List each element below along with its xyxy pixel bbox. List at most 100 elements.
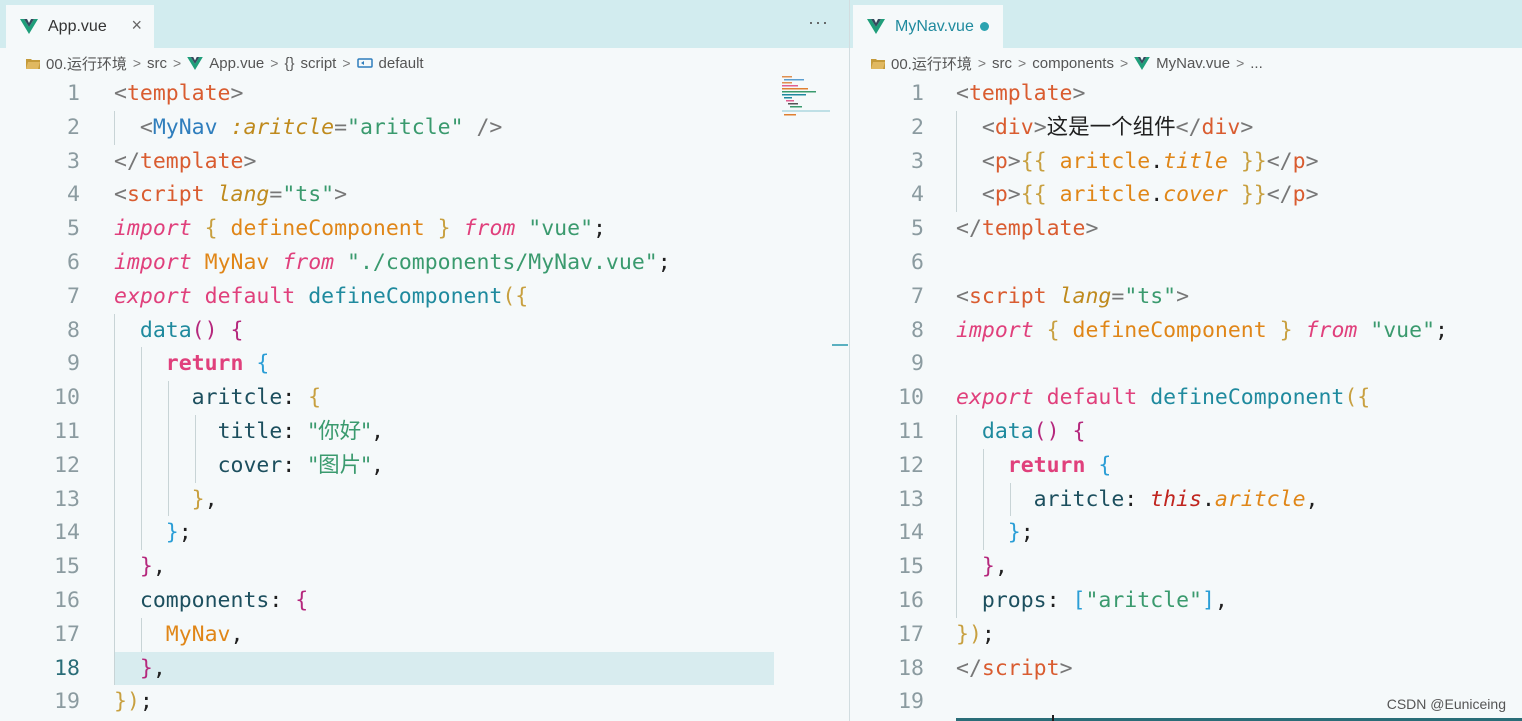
tab-bar: App.vue × ··· xyxy=(0,0,849,48)
code-token: > xyxy=(243,148,257,174)
code-token: export xyxy=(114,283,192,309)
code-line[interactable]: 1 <template> xyxy=(0,77,849,111)
code-line[interactable]: 4 <script lang="ts"> xyxy=(0,178,849,212)
code-line[interactable]: 4 <p>{{ aritcle.cover }}</p> xyxy=(850,178,1522,212)
code-line[interactable]: 14 }; xyxy=(850,516,1522,550)
line-number: 4 xyxy=(67,182,80,208)
code-line[interactable]: 7 <script lang="ts"> xyxy=(850,280,1522,314)
code-token: 这是一个组件 xyxy=(1046,114,1176,140)
more-actions-icon[interactable]: ··· xyxy=(808,12,829,33)
code-line[interactable]: 14 }; xyxy=(0,516,849,550)
indent-guide xyxy=(141,347,142,551)
code-text: }, xyxy=(114,550,166,584)
code-token: { xyxy=(1046,317,1060,343)
code-line[interactable]: 7 export default defineComponent({ xyxy=(0,280,849,314)
code-line[interactable]: 9 xyxy=(850,347,1522,381)
code-token: lang xyxy=(217,182,270,208)
code-token: > xyxy=(1007,148,1021,174)
code-line[interactable]: 5 </template> xyxy=(850,212,1522,246)
tab-label: MyNav.vue xyxy=(895,17,974,35)
code-line[interactable]: 6 import MyNav from "./components/MyNav.v… xyxy=(0,246,849,280)
code-token: "ts" xyxy=(1124,283,1177,309)
code-text: MyNav, xyxy=(114,618,244,652)
breadcrumb-item[interactable]: App.vue xyxy=(209,55,264,72)
code-line[interactable]: 2 <MyNav :aritcle="aritcle" /> xyxy=(0,111,849,145)
code-token: {{ xyxy=(1020,148,1047,174)
breadcrumb-item[interactable]: ... xyxy=(1250,55,1263,72)
code-token: > xyxy=(1059,655,1073,681)
code-line[interactable]: 10 export default defineComponent({ xyxy=(850,381,1522,415)
code-line[interactable]: 18 }, xyxy=(0,652,849,686)
code-token: . xyxy=(1201,486,1215,512)
tab-mynav-vue[interactable]: MyNav.vue xyxy=(853,5,1003,48)
code-line[interactable]: 17}); xyxy=(850,618,1522,652)
code-line[interactable]: 1 <template> xyxy=(850,77,1522,111)
code-token: MyNav xyxy=(152,114,218,140)
code-line[interactable]: 3 </template> xyxy=(0,145,849,179)
code-token: < xyxy=(114,182,127,208)
code-line[interactable]: 11 data() { xyxy=(850,415,1522,449)
code-token: > xyxy=(1176,283,1190,309)
vue-file-icon xyxy=(867,19,885,34)
code-token: ; xyxy=(981,621,995,647)
code-line[interactable]: 2 <div>这是一个组件</div> xyxy=(850,111,1522,145)
close-icon[interactable]: × xyxy=(131,15,142,36)
code-line[interactable]: 19}); xyxy=(0,685,849,719)
code-line[interactable]: 9 return { xyxy=(0,347,849,381)
line-number: 11 xyxy=(54,418,80,444)
code-line[interactable]: 8 import { defineComponent } from "vue"; xyxy=(850,314,1522,348)
breadcrumb-item[interactable]: MyNav.vue xyxy=(1156,55,1230,72)
code-line[interactable]: 6 xyxy=(850,246,1522,280)
code-line[interactable]: 12 return { xyxy=(850,449,1522,483)
code-token: template xyxy=(126,81,231,106)
code-line[interactable]: 8 data() { xyxy=(0,314,849,348)
vue-file-icon xyxy=(187,56,204,70)
code-line[interactable]: 15 }, xyxy=(0,550,849,584)
code-token: </ xyxy=(114,148,140,174)
scrollbar-marker[interactable] xyxy=(832,344,848,346)
code-token: </ xyxy=(1266,182,1293,208)
breadcrumb-item[interactable]: 00.运行环境 xyxy=(891,53,972,74)
code-line[interactable]: 12 cover: "图片", xyxy=(0,449,849,483)
breadcrumb-item[interactable]: default xyxy=(379,55,424,72)
code-token: template xyxy=(968,81,1073,106)
code-line[interactable]: 5 import { defineComponent } from "vue"; xyxy=(0,212,849,246)
code-token: > xyxy=(1305,182,1319,208)
code-line[interactable]: 11 title: "你好", xyxy=(0,415,849,449)
unsaved-dot-icon[interactable] xyxy=(980,22,989,31)
code-token: , xyxy=(370,452,384,478)
code-line[interactable]: 17 MyNav, xyxy=(0,618,849,652)
code-line[interactable]: 16 props: ["aritcle"], xyxy=(850,584,1522,618)
code-line[interactable]: 18 </script> xyxy=(850,652,1522,686)
code-line[interactable]: 3 <p>{{ aritcle.title }}</p> xyxy=(850,145,1522,179)
code-text: <template> xyxy=(956,77,1085,111)
code-line[interactable]: 10 aritcle: { xyxy=(0,381,849,415)
code-line[interactable]: 13 }, xyxy=(0,483,849,517)
breadcrumb-item[interactable]: 00.运行环境 xyxy=(46,53,127,74)
breadcrumb-item[interactable]: script xyxy=(301,55,337,72)
line-number: 18 xyxy=(54,655,80,681)
minimap[interactable] xyxy=(782,75,830,119)
code-token: from xyxy=(282,249,335,275)
code-line[interactable]: 15 }, xyxy=(850,550,1522,584)
line-number: 19 xyxy=(54,689,80,715)
code-token: < xyxy=(956,148,995,174)
code-editor[interactable]: 1 <template> 2 <MyNav :aritcle="aritcle" /… xyxy=(0,77,849,719)
code-line[interactable]: 13 aritcle: this.aritcle, xyxy=(850,483,1522,517)
breadcrumb-item[interactable]: src xyxy=(992,55,1012,72)
code-token: p xyxy=(1292,182,1306,208)
code-token: cover xyxy=(1163,182,1228,208)
breadcrumb-item[interactable]: components xyxy=(1032,55,1114,72)
code-editor[interactable]: 1 <template> 2 <div>这是一个组件</div> 3 <p>{{ ar… xyxy=(850,77,1522,719)
breadcrumb-item[interactable]: src xyxy=(147,55,167,72)
code-line[interactable]: 16 components: { xyxy=(0,584,849,618)
line-number: 12 xyxy=(898,452,924,478)
tab-app-vue[interactable]: App.vue × xyxy=(6,5,154,48)
